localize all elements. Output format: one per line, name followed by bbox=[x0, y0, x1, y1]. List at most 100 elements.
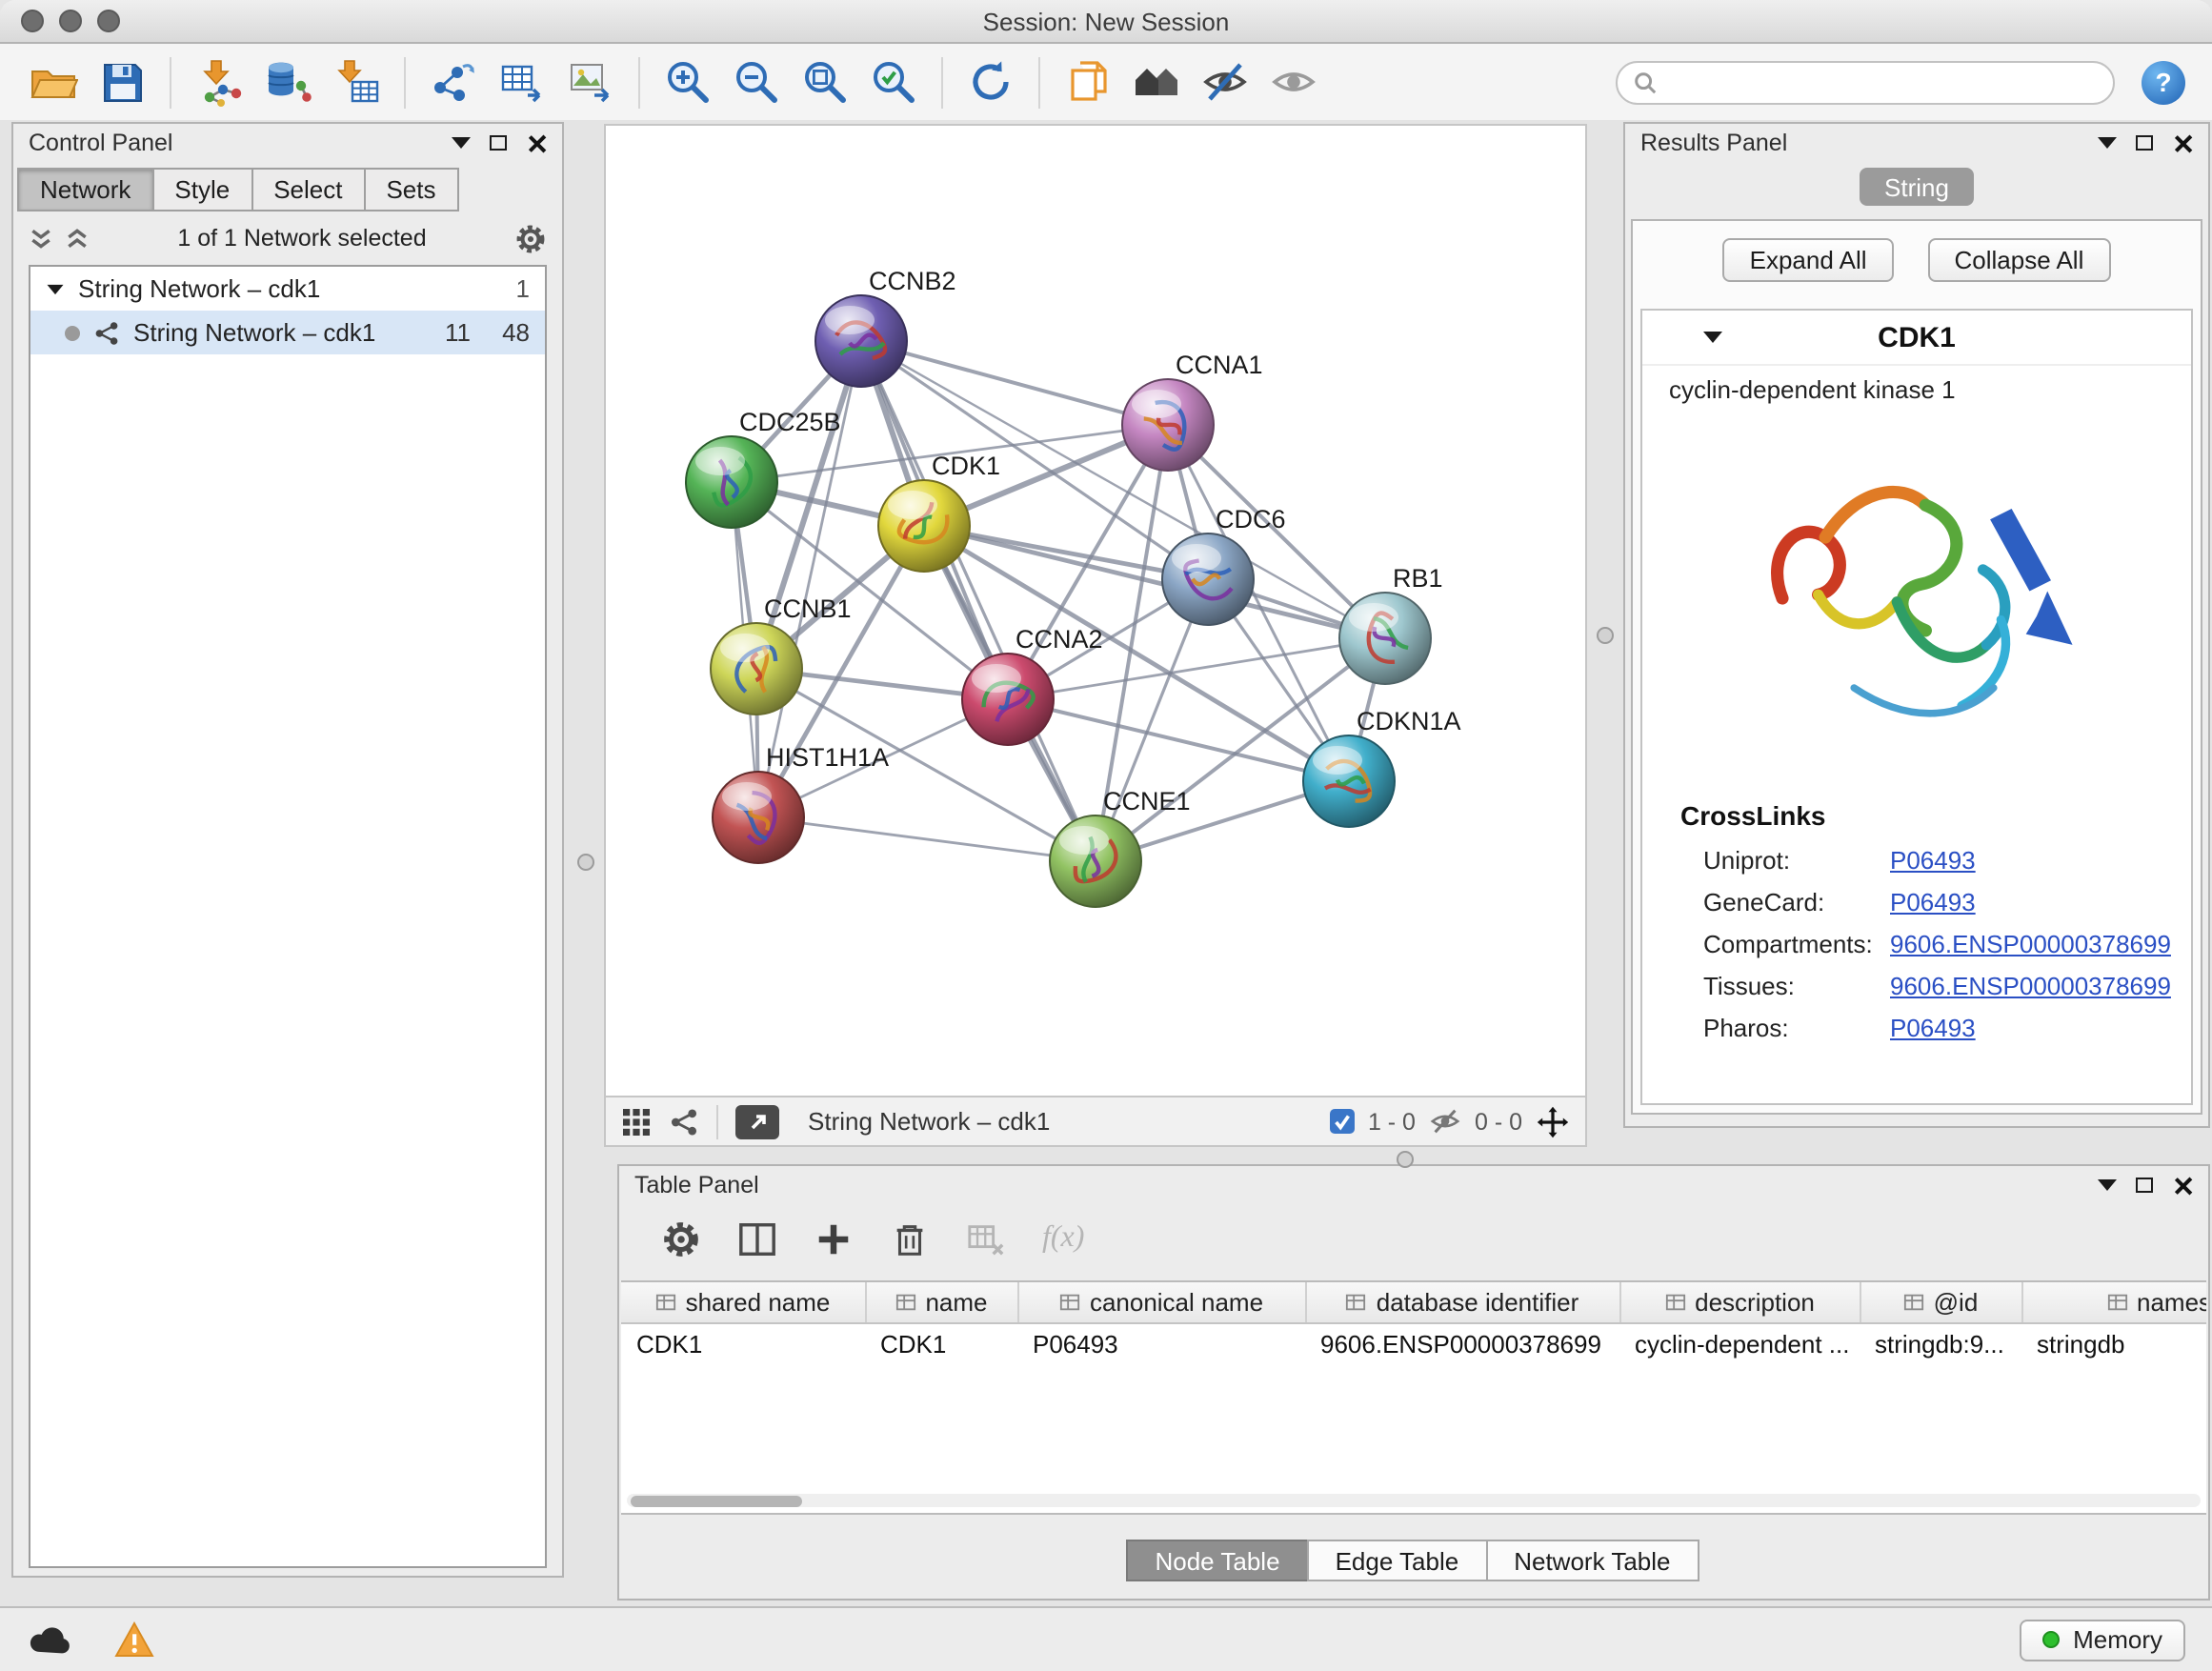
network-node-ccna1[interactable]: CCNA1 bbox=[1122, 351, 1263, 471]
network-edge[interactable] bbox=[861, 341, 1168, 425]
collapse-all-icon[interactable] bbox=[29, 226, 53, 251]
warning-icon[interactable] bbox=[114, 1621, 154, 1658]
float-panel-icon[interactable] bbox=[2136, 1178, 2153, 1193]
horizontal-scrollbar[interactable] bbox=[627, 1494, 2201, 1507]
network-edge[interactable] bbox=[861, 341, 1096, 861]
share-network-icon[interactable] bbox=[669, 1106, 699, 1137]
cell-database-identifier[interactable]: 9606.ENSP00000378699 bbox=[1305, 1323, 1619, 1364]
detach-view-button[interactable] bbox=[735, 1104, 779, 1138]
open-file-button[interactable] bbox=[19, 51, 88, 112]
tab-string[interactable]: String bbox=[1860, 168, 1974, 206]
cell-id[interactable]: stringdb:9... bbox=[1860, 1323, 2021, 1364]
save-session-button[interactable] bbox=[88, 51, 156, 112]
network-edge[interactable] bbox=[1008, 699, 1349, 781]
column-header[interactable]: description bbox=[1619, 1282, 1860, 1323]
scrollbar-thumb[interactable] bbox=[631, 1495, 802, 1506]
add-column-icon[interactable] bbox=[814, 1218, 854, 1258]
collapse-all-button[interactable]: Collapse All bbox=[1928, 238, 2111, 282]
memory-button[interactable]: Memory bbox=[2020, 1619, 2185, 1661]
import-network-file-button[interactable] bbox=[185, 51, 253, 112]
selected-checkbox-icon[interactable] bbox=[1330, 1109, 1355, 1134]
column-header[interactable]: canonical name bbox=[1017, 1282, 1305, 1323]
column-header[interactable]: @id bbox=[1860, 1282, 2021, 1323]
column-header[interactable]: namespac bbox=[2021, 1282, 2206, 1323]
panel-menu-icon[interactable] bbox=[2098, 1179, 2117, 1191]
collection-row[interactable]: String Network – cdk1 1 bbox=[30, 267, 545, 311]
cell-canonical-name[interactable]: P06493 bbox=[1017, 1323, 1305, 1364]
section-collapse-icon[interactable] bbox=[1703, 332, 1722, 343]
table-settings-gear-icon[interactable] bbox=[661, 1218, 701, 1258]
zoom-window-button[interactable] bbox=[97, 10, 120, 32]
close-panel-icon[interactable] bbox=[2172, 1175, 2193, 1196]
cell-description[interactable]: cyclin-dependent ... bbox=[1619, 1323, 1860, 1364]
close-panel-icon[interactable] bbox=[2172, 132, 2193, 153]
network-node-cdkn1a[interactable]: CDKN1A bbox=[1303, 707, 1461, 827]
column-header[interactable]: database identifier bbox=[1305, 1282, 1619, 1323]
zoom-selected-button[interactable] bbox=[859, 51, 928, 112]
network-node-hist1h1a[interactable]: HIST1H1A bbox=[713, 743, 889, 863]
search-box[interactable] bbox=[1616, 60, 2115, 104]
close-window-button[interactable] bbox=[21, 10, 44, 32]
show-all-button[interactable] bbox=[1259, 51, 1328, 112]
panel-menu-icon[interactable] bbox=[2098, 137, 2117, 149]
tab-edge-table[interactable]: Edge Table bbox=[1307, 1540, 1488, 1581]
network-edge[interactable] bbox=[758, 817, 1096, 861]
network-node-rb1[interactable]: RB1 bbox=[1339, 564, 1443, 684]
hidden-eye-icon[interactable] bbox=[1429, 1105, 1461, 1137]
vertical-splitter-handle[interactable] bbox=[1597, 627, 1614, 644]
tab-select[interactable]: Select bbox=[251, 168, 365, 211]
export-table-button[interactable] bbox=[488, 51, 556, 112]
minimize-window-button[interactable] bbox=[59, 10, 82, 32]
cell-shared-name[interactable]: CDK1 bbox=[621, 1323, 865, 1364]
refresh-view-button[interactable] bbox=[956, 51, 1025, 112]
show-columns-icon[interactable] bbox=[737, 1218, 777, 1258]
tab-network-table[interactable]: Network Table bbox=[1485, 1540, 1699, 1581]
zoom-in-button[interactable] bbox=[654, 51, 722, 112]
pharos-link[interactable]: P06493 bbox=[1890, 1013, 2180, 1041]
tab-network[interactable]: Network bbox=[17, 168, 153, 211]
network-canvas[interactable]: CCNB2CCNA1CDC25BCDK1CDC6RB1CCNB1CCNA2CDK… bbox=[604, 124, 1587, 1097]
delete-column-trash-icon[interactable] bbox=[890, 1218, 930, 1258]
cloud-icon[interactable] bbox=[27, 1623, 72, 1656]
first-neighbors-button[interactable] bbox=[1122, 51, 1191, 112]
search-input[interactable] bbox=[1669, 67, 2098, 97]
help-button[interactable]: ? bbox=[2142, 60, 2185, 104]
network-node-ccnb2[interactable]: CCNB2 bbox=[815, 267, 956, 387]
network-graph[interactable]: CCNB2CCNA1CDC25BCDK1CDC6RB1CCNB1CCNA2CDK… bbox=[606, 126, 1585, 1096]
birdseye-move-icon[interactable] bbox=[1536, 1104, 1570, 1138]
horizontal-splitter-handle[interactable] bbox=[1397, 1151, 1414, 1168]
column-header[interactable]: shared name bbox=[621, 1282, 865, 1323]
compartments-link[interactable]: 9606.ENSP00000378699 bbox=[1890, 929, 2180, 957]
node-table[interactable]: shared name name canonical name database… bbox=[621, 1280, 2206, 1515]
close-panel-icon[interactable] bbox=[526, 132, 547, 153]
grid-icon[interactable] bbox=[621, 1106, 652, 1137]
network-node-cdk1[interactable]: CDK1 bbox=[878, 452, 1000, 572]
column-header[interactable]: name bbox=[865, 1282, 1017, 1323]
tab-node-table[interactable]: Node Table bbox=[1126, 1540, 1308, 1581]
tab-style[interactable]: Style bbox=[151, 168, 252, 211]
zoom-fit-button[interactable] bbox=[791, 51, 859, 112]
new-network-button[interactable] bbox=[419, 51, 488, 112]
import-table-button[interactable] bbox=[322, 51, 391, 112]
panel-menu-icon[interactable] bbox=[452, 137, 471, 149]
expand-all-icon[interactable] bbox=[65, 226, 90, 251]
tab-sets[interactable]: Sets bbox=[363, 168, 458, 211]
hide-selected-button[interactable] bbox=[1191, 51, 1259, 112]
zoom-out-button[interactable] bbox=[722, 51, 791, 112]
import-network-database-button[interactable] bbox=[253, 51, 322, 112]
disclosure-triangle-icon[interactable] bbox=[48, 284, 64, 293]
cell-name[interactable]: CDK1 bbox=[865, 1323, 1017, 1364]
gear-icon[interactable] bbox=[514, 222, 547, 254]
genecard-link[interactable]: P06493 bbox=[1890, 887, 2180, 916]
network-node-cdc25b[interactable]: CDC25B bbox=[686, 408, 841, 528]
tissues-link[interactable]: 9606.ENSP00000378699 bbox=[1890, 971, 2180, 999]
export-image-button[interactable] bbox=[556, 51, 625, 112]
copy-document-button[interactable] bbox=[1054, 51, 1122, 112]
float-panel-icon[interactable] bbox=[490, 135, 507, 151]
float-panel-icon[interactable] bbox=[2136, 135, 2153, 151]
table-row[interactable]: CDK1 CDK1 P06493 9606.ENSP00000378699 cy… bbox=[621, 1323, 2206, 1364]
network-node-ccnb1[interactable]: CCNB1 bbox=[711, 594, 852, 715]
network-row[interactable]: String Network – cdk1 11 48 bbox=[30, 311, 545, 354]
uniprot-link[interactable]: P06493 bbox=[1890, 845, 2180, 874]
cell-namespace[interactable]: stringdb bbox=[2021, 1323, 2206, 1364]
